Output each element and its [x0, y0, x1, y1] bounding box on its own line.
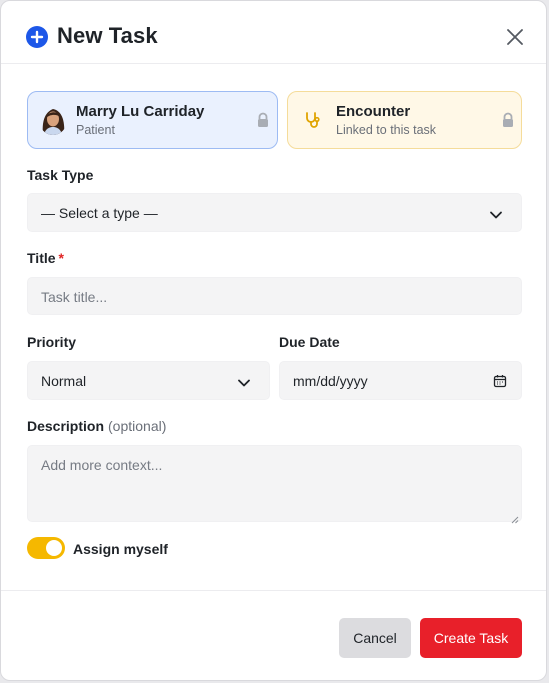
description-textarea[interactable]: Add more context...: [27, 445, 522, 524]
calendar-icon[interactable]: [493, 374, 507, 388]
resize-handle-icon[interactable]: [511, 511, 519, 524]
priority-value: Normal: [41, 373, 87, 389]
assign-myself-toggle[interactable]: [27, 537, 65, 559]
modal-header: New Task: [1, 1, 546, 64]
due-date-placeholder: mm/dd/yyyy: [293, 373, 368, 389]
encounter-subtitle: Linked to this task: [336, 123, 437, 137]
chevron-down-icon: [489, 207, 503, 219]
encounter-card: Encounter Linked to this task: [287, 91, 522, 149]
task-type-label: Task Type: [27, 167, 94, 183]
priority-label: Priority: [27, 334, 77, 350]
due-date-label: Due Date: [279, 334, 340, 350]
title-input[interactable]: Task title...: [27, 277, 522, 315]
encounter-title: Encounter: [336, 103, 411, 120]
title-placeholder: Task title...: [41, 289, 108, 305]
lock-icon: [501, 112, 515, 128]
patient-card: Marry Lu Carriday Patient: [27, 91, 278, 149]
stethoscope-icon: [304, 111, 322, 129]
create-task-button[interactable]: Create Task: [420, 618, 522, 658]
description-placeholder: Add more context...: [41, 457, 163, 473]
new-task-modal: New Task Marry Lu Carriday Patient Encou…: [0, 0, 547, 681]
priority-select[interactable]: Normal: [27, 361, 270, 400]
plus-circle-icon: [26, 26, 48, 48]
close-icon[interactable]: [504, 26, 526, 48]
patient-role: Patient: [76, 123, 115, 137]
assign-myself-label: Assign myself: [73, 541, 168, 557]
cancel-button[interactable]: Cancel: [339, 618, 411, 658]
chevron-down-icon: [237, 375, 251, 387]
description-label: Description (optional): [27, 418, 167, 434]
modal-title: New Task: [57, 23, 158, 48]
toggle-knob: [46, 540, 62, 556]
title-label: Title *: [27, 250, 64, 266]
patient-name: Marry Lu Carriday: [76, 103, 205, 120]
avatar: [39, 105, 67, 135]
due-date-input[interactable]: mm/dd/yyyy: [279, 361, 522, 400]
task-type-value: — Select a type —: [41, 205, 158, 221]
optional-note: (optional): [108, 418, 167, 434]
task-type-select[interactable]: — Select a type —: [27, 193, 522, 232]
lock-icon: [256, 112, 270, 128]
modal-footer: Cancel Create Task: [1, 590, 546, 680]
required-mark: *: [58, 250, 64, 266]
